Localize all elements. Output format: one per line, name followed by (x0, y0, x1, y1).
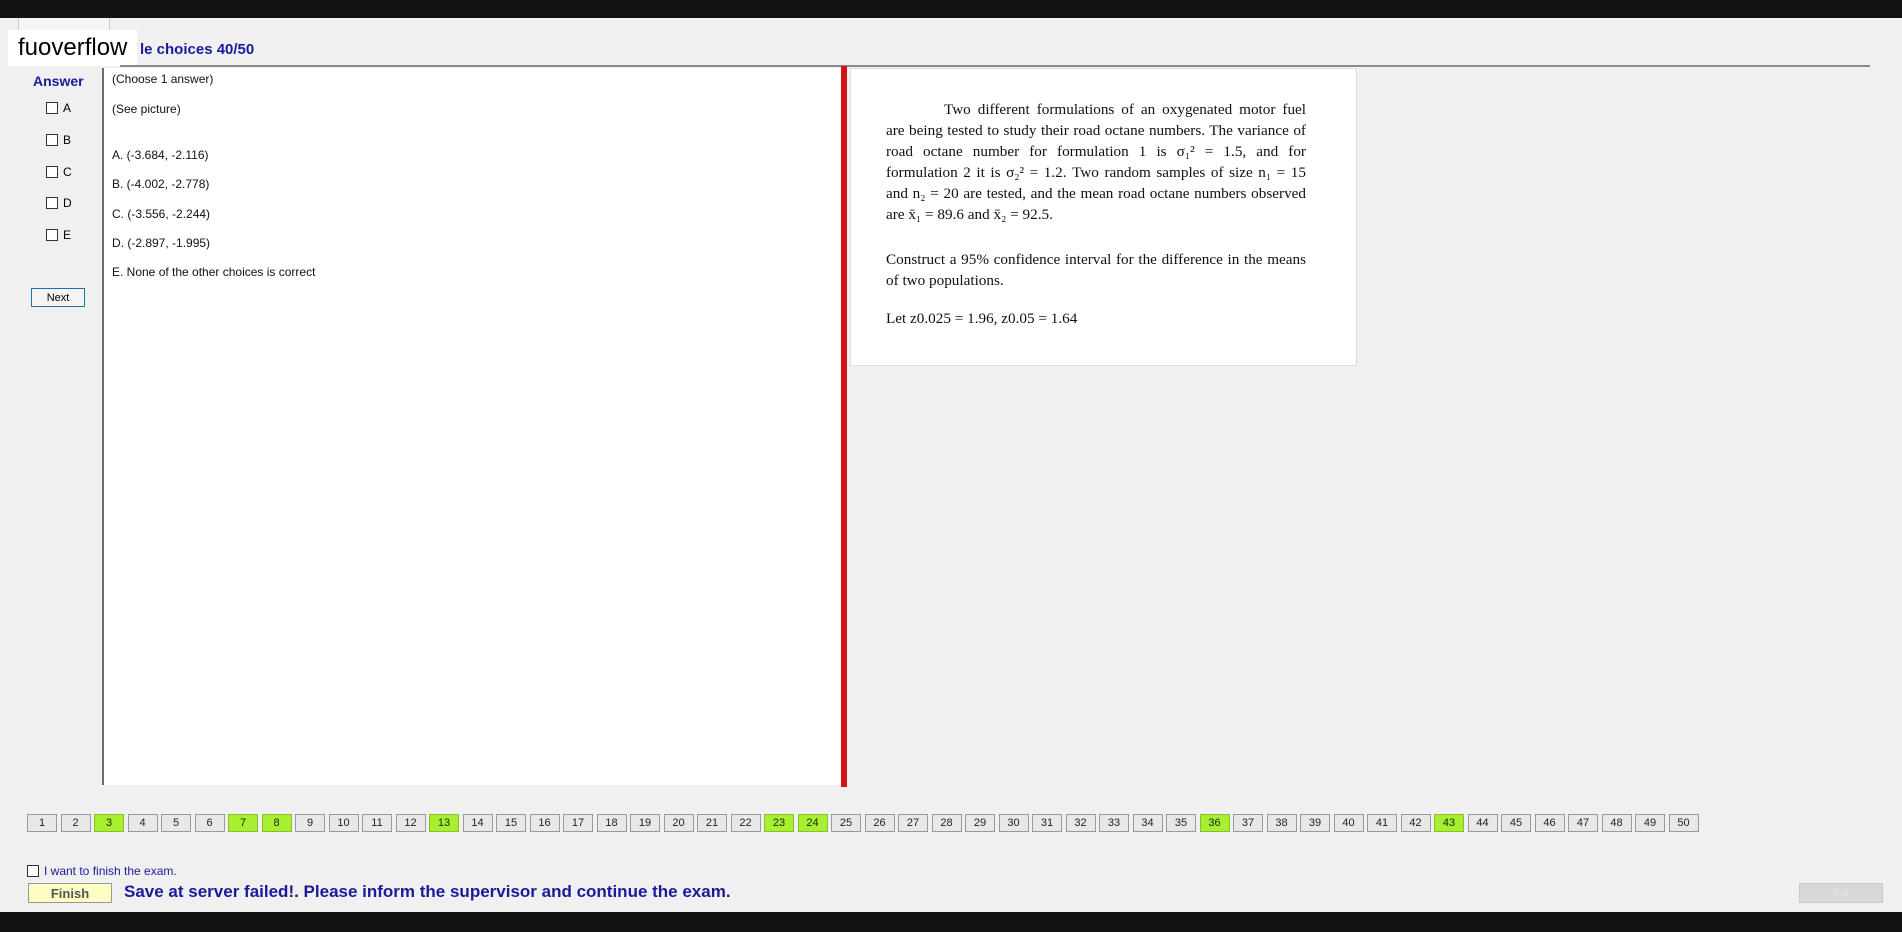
question-number-button[interactable]: 50 (1668, 814, 1699, 832)
question-number-button[interactable]: 18 (596, 814, 627, 832)
question-number-button[interactable]: 42 (1400, 814, 1431, 832)
question-number-button[interactable]: 34 (1132, 814, 1163, 832)
choice-e: E. None of the other choices is correct (112, 265, 316, 279)
option-label: D (63, 196, 72, 210)
question-number-button[interactable]: 9 (295, 814, 325, 832)
question-number-button[interactable]: 22 (730, 814, 761, 832)
question-number-button[interactable]: 23 (764, 814, 794, 832)
question-number-button[interactable]: 17 (563, 814, 593, 832)
question-number-button[interactable]: 14 (462, 814, 493, 832)
status-message: Save at server failed!. Please inform th… (124, 882, 731, 901)
question-number-button[interactable]: 24 (797, 814, 828, 832)
question-number-button[interactable]: 38 (1266, 814, 1297, 832)
question-number-button[interactable]: 28 (931, 814, 962, 832)
question-progress-title: le choices 40/50 (140, 41, 255, 58)
see-picture-note: (See picture) (112, 102, 181, 116)
option-a-checkbox[interactable]: A (46, 101, 71, 115)
question-number-button[interactable]: 36 (1199, 814, 1230, 832)
header-divider (120, 65, 1870, 67)
option-label: A (63, 101, 72, 115)
question-number-button[interactable]: 3 (94, 814, 124, 832)
panel-splitter[interactable] (841, 66, 847, 787)
option-label: C (63, 165, 72, 179)
question-number-button[interactable]: 43 (1434, 814, 1464, 832)
choice-c: C. (-3.556, -2.244) (112, 207, 211, 221)
question-number-button[interactable]: 25 (831, 814, 861, 832)
question-number-button[interactable]: 1 (27, 814, 57, 832)
question-number-button[interactable]: 37 (1233, 814, 1263, 832)
question-number-button[interactable]: 32 (1065, 814, 1096, 832)
question-navigator: 1 2 3 4 5 6 7 8 9 10 11 12 13 14 15 16 17 18 19 20 21 22 23 24 2… (27, 814, 1702, 834)
option-e-checkbox[interactable]: E (46, 228, 71, 242)
question-number-button[interactable]: 46 (1534, 814, 1565, 832)
option-label: E (63, 228, 72, 242)
option-d-checkbox[interactable]: D (46, 196, 72, 210)
question-number-button[interactable]: 45 (1501, 814, 1531, 832)
choice-b: B. (-4.002, -2.778) (112, 177, 210, 191)
checkbox-icon[interactable] (46, 197, 58, 209)
answer-label: Answer (33, 73, 84, 89)
z-values: Let z0.025 = 1.96, z0.05 = 1.64 (886, 310, 1078, 327)
question-number-button[interactable]: 2 (60, 814, 91, 832)
question-number-button[interactable]: 48 (1601, 814, 1632, 832)
finish-check-label: I want to finish the exam. (44, 864, 177, 878)
question-number-button[interactable]: 26 (864, 814, 895, 832)
question-number-button[interactable]: 29 (965, 814, 995, 832)
option-b-checkbox[interactable]: B (46, 133, 71, 147)
question-number-button[interactable]: 4 (127, 814, 158, 832)
question-number-button[interactable]: 33 (1099, 814, 1129, 832)
choose-instruction: (Choose 1 answer) (112, 72, 214, 86)
checkbox-icon[interactable] (46, 166, 58, 178)
question-number-button[interactable]: 40 (1333, 814, 1364, 832)
question-number-button[interactable]: 20 (663, 814, 694, 832)
question-number-button[interactable]: 47 (1568, 814, 1598, 832)
question-number-button[interactable]: 16 (529, 814, 560, 832)
question-number-button[interactable]: 8 (261, 814, 292, 832)
top-bar (0, 0, 1902, 18)
next-button[interactable]: Next (31, 288, 85, 307)
choice-d: D. (-2.897, -1.995) (112, 236, 211, 250)
choice-a: A. (-3.684, -2.116) (112, 148, 209, 162)
exit-button[interactable]: Exit (1799, 883, 1883, 903)
finish-exam-checkbox[interactable]: I want to finish the exam. (27, 864, 177, 878)
question-number-button[interactable]: 5 (161, 814, 191, 832)
question-number-button[interactable]: 12 (395, 814, 426, 832)
finish-button[interactable]: Finish (28, 883, 112, 903)
question-number-button[interactable]: 11 (362, 814, 392, 832)
question-number-button[interactable]: 21 (697, 814, 727, 832)
question-number-button[interactable]: 39 (1300, 814, 1330, 832)
question-number-button[interactable]: 15 (496, 814, 526, 832)
question-number-button[interactable]: 13 (429, 814, 459, 832)
problem-statement: Two different formulations of an oxygena… (886, 99, 1306, 225)
question-number-button[interactable]: 35 (1166, 814, 1196, 832)
question-number-button[interactable]: 6 (194, 814, 225, 832)
problem-text: Two different formulations of an oxygena… (886, 101, 1306, 223)
watermark-logo: fuoverflow (8, 30, 138, 66)
option-c-checkbox[interactable]: C (46, 165, 72, 179)
option-label: B (63, 133, 72, 147)
question-number-button[interactable]: 27 (898, 814, 928, 832)
question-image: Two different formulations of an oxygena… (850, 68, 1357, 366)
bottom-bar (0, 912, 1902, 932)
checkbox-icon[interactable] (46, 102, 58, 114)
question-number-button[interactable]: 31 (1032, 814, 1062, 832)
question-number-button[interactable]: 19 (630, 814, 660, 832)
question-panel: (Choose 1 answer) (See picture) A. (-3.6… (102, 68, 847, 785)
checkbox-icon[interactable] (27, 865, 39, 877)
question-number-button[interactable]: 41 (1367, 814, 1397, 832)
question-number-button[interactable]: 7 (228, 814, 258, 832)
question-number-button[interactable]: 44 (1467, 814, 1498, 832)
question-number-button[interactable]: 10 (328, 814, 359, 832)
problem-task: Construct a 95% confidence interval for … (886, 251, 1306, 289)
checkbox-icon[interactable] (46, 229, 58, 241)
question-number-button[interactable]: 49 (1635, 814, 1665, 832)
question-number-button[interactable]: 30 (998, 814, 1029, 832)
checkbox-icon[interactable] (46, 134, 58, 146)
